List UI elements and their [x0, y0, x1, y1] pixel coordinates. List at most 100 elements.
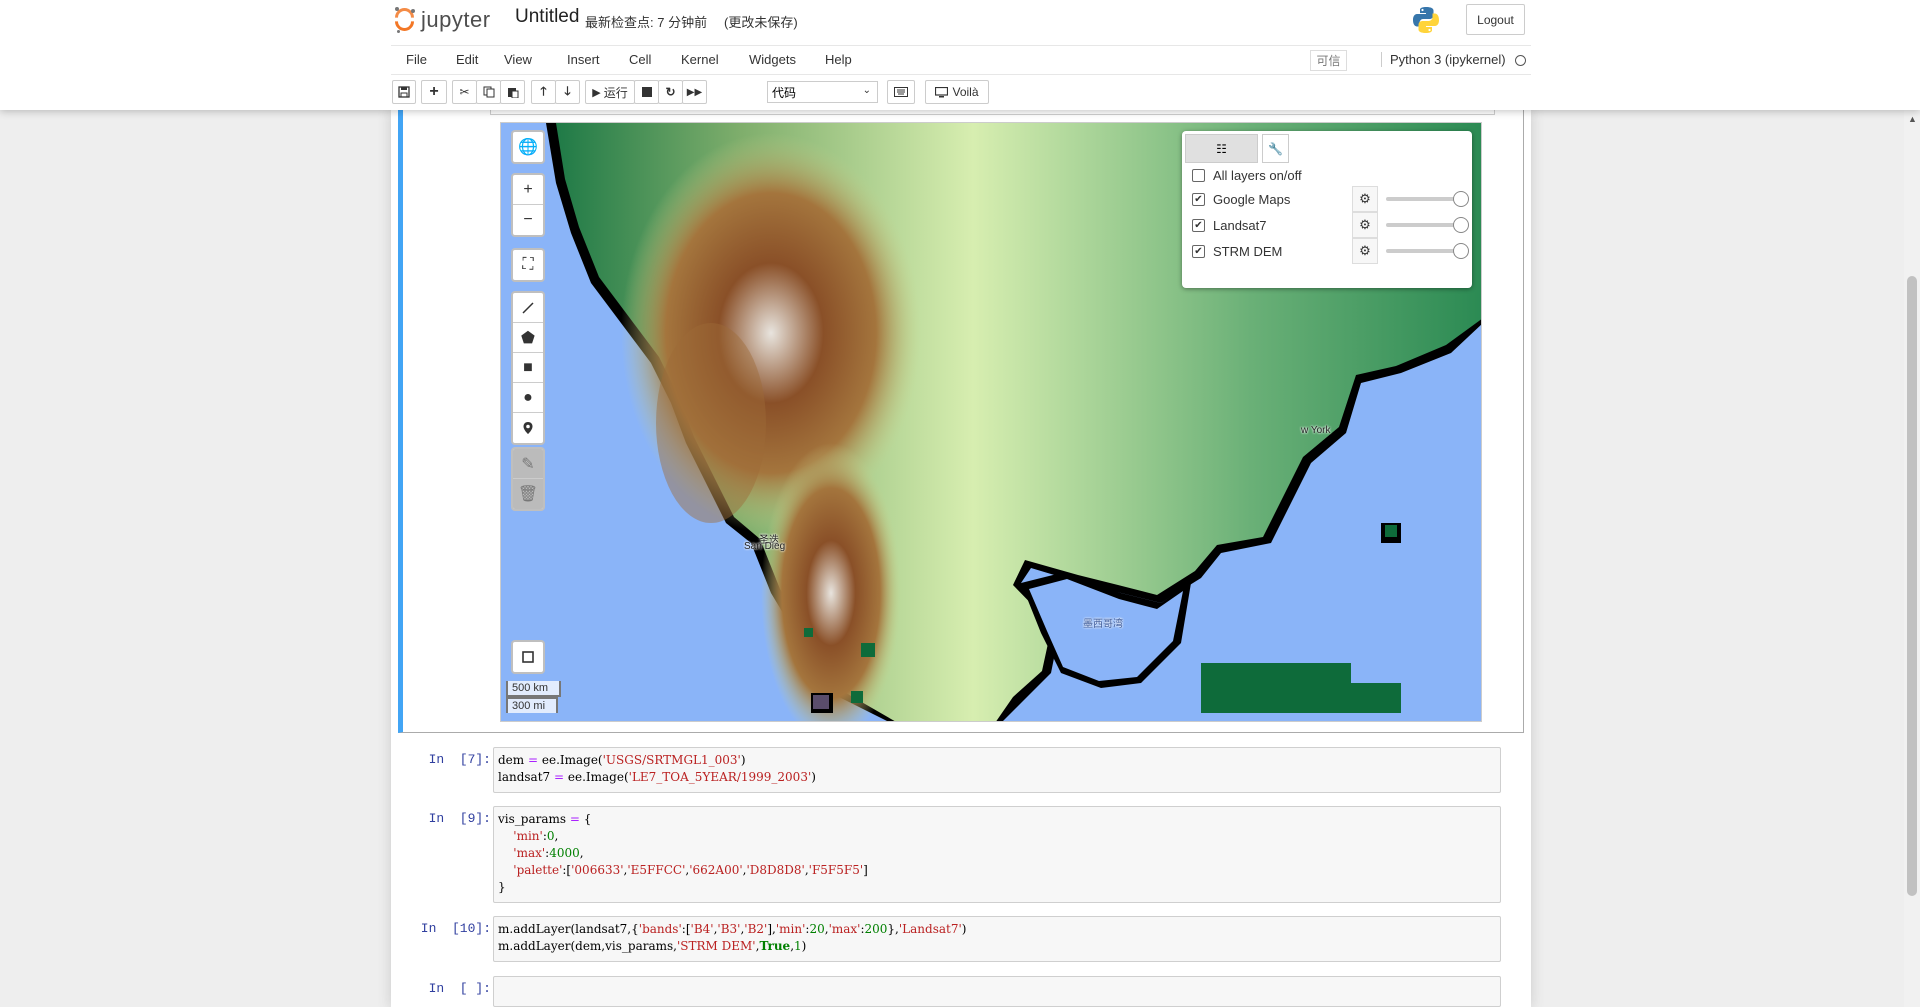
- header-top-bar: jupyter Untitled 最新检查点: 7 分钟前 (更改未保存) Lo…: [391, 0, 1531, 44]
- code-line: 'min':0,: [513, 829, 559, 843]
- layers-tab[interactable]: ☷: [1185, 134, 1258, 163]
- basemap-control[interactable]: 🌐: [511, 130, 545, 164]
- jupyter-logo[interactable]: jupyter: [391, 4, 491, 35]
- layer-opacity-slider[interactable]: [1386, 191, 1469, 207]
- code-editor-empty[interactable]: [493, 976, 1501, 1007]
- copy-button[interactable]: [476, 80, 501, 104]
- all-layers-checkbox[interactable]: [1192, 169, 1205, 182]
- command-palette-button[interactable]: [887, 80, 915, 104]
- menu-cell[interactable]: Cell: [629, 52, 651, 67]
- code-editor[interactable]: dem = ee.Image('USGS/SRTMGL1_003') lands…: [493, 747, 1501, 793]
- draw-polygon-icon[interactable]: ⬟: [513, 323, 543, 353]
- code-editor[interactable]: m.addLayer(landsat7,{'bands':['B4','B3',…: [493, 916, 1501, 962]
- layer-settings-gear-icon[interactable]: ⚙: [1352, 186, 1378, 212]
- arrow-up-icon: 🡑: [540, 83, 547, 98]
- notebook-title[interactable]: Untitled: [515, 6, 579, 28]
- map-label-gulf-of-mexico: 墨西哥湾: [1083, 619, 1123, 630]
- menu-widgets[interactable]: Widgets: [749, 52, 796, 67]
- menu-edit[interactable]: Edit: [456, 52, 478, 67]
- map-label-san-diego: San Dieg: [744, 541, 786, 552]
- fullscreen-control[interactable]: ⛶: [511, 248, 545, 282]
- scale-km: 500 km: [506, 681, 561, 697]
- menu-file[interactable]: File: [406, 52, 427, 67]
- restart-icon: ↻: [665, 85, 676, 99]
- layer-checkbox[interactable]: ✔: [1192, 219, 1205, 232]
- code-line: vis_params = {: [498, 812, 592, 826]
- layer-opacity-slider[interactable]: [1386, 243, 1469, 259]
- layer-settings-gear-icon[interactable]: ⚙: [1352, 212, 1378, 238]
- jupyter-logo-text: jupyter: [421, 7, 491, 32]
- cut-button[interactable]: ✂: [452, 80, 477, 104]
- layer-settings-gear-icon[interactable]: ⚙: [1352, 238, 1378, 264]
- all-layers-toggle[interactable]: All layers on/off: [1192, 168, 1302, 183]
- kernel-name[interactable]: Python 3 (ipykernel): [1381, 52, 1506, 67]
- crop-icon[interactable]: [513, 642, 543, 672]
- paste-button[interactable]: [500, 80, 525, 104]
- scroll-up-arrow-icon[interactable]: ▲: [1908, 114, 1917, 124]
- cell-prompt: In [10]:: [420, 921, 491, 936]
- cell-prompt: In [7]:: [428, 752, 491, 767]
- layer-row-landsat7: ✔ Landsat7: [1192, 218, 1267, 233]
- delete-layers-icon[interactable]: 🗑: [513, 479, 543, 509]
- map-label-new-york: w York: [1301, 425, 1331, 436]
- slider-handle[interactable]: [1453, 191, 1469, 207]
- jupyter-logo-icon: [391, 4, 418, 35]
- menu-view[interactable]: View: [504, 52, 532, 67]
- move-up-button[interactable]: 🡑: [531, 80, 556, 104]
- draw-rectangle-icon[interactable]: ■: [513, 353, 543, 383]
- scale-mi: 300 mi: [506, 697, 558, 713]
- arrow-down-icon: 🡓: [564, 83, 571, 98]
- plus-icon: +: [429, 83, 439, 100]
- layer-name: Landsat7: [1213, 218, 1267, 233]
- autosave-status: (更改未保存): [724, 15, 798, 30]
- slider-handle[interactable]: [1453, 243, 1469, 259]
- map-widget[interactable]: w York 圣迭 San Dieg 墨西哥湾 🌐 + − ⛶ ⬟ ■ ● ✎ …: [500, 122, 1482, 722]
- page-scrollbar[interactable]: ▲: [1904, 110, 1920, 1007]
- cell-prompt: In [ ]:: [428, 981, 491, 996]
- run-button[interactable]: ▶ 运行: [585, 80, 635, 104]
- layer-name: Google Maps: [1213, 192, 1291, 207]
- keyboard-icon: [894, 87, 908, 97]
- restart-button[interactable]: ↻: [658, 80, 683, 104]
- zoom-control: + −: [511, 173, 545, 237]
- edit-toolbar: ✎ 🗑: [511, 447, 545, 511]
- code-editor[interactable]: vis_params = { 'min':0, 'max':4000, 'pal…: [493, 806, 1501, 903]
- menu-bar: File Edit View Insert Cell Kernel Widget…: [391, 45, 1531, 75]
- zoom-in-button[interactable]: +: [513, 175, 543, 205]
- notebook-toolbar: + ✂ 🡑 🡓 ▶ 运行 ↻ ▶▶ 代码 ⌄ Voilà: [391, 80, 1531, 106]
- trusted-indicator[interactable]: 可信: [1310, 50, 1347, 71]
- menu-insert[interactable]: Insert: [567, 52, 600, 67]
- layer-opacity-slider[interactable]: [1386, 217, 1469, 233]
- restart-run-all-button[interactable]: ▶▶: [682, 80, 707, 104]
- screenshot-control[interactable]: [511, 640, 545, 674]
- code-line: m.addLayer(landsat7,{'bands':['B4','B3',…: [498, 922, 967, 936]
- save-button[interactable]: [392, 80, 416, 104]
- globe-icon[interactable]: 🌐: [513, 132, 543, 162]
- code-line: }: [498, 880, 506, 894]
- slider-handle[interactable]: [1453, 217, 1469, 233]
- menu-kernel[interactable]: Kernel: [681, 52, 719, 67]
- interrupt-button[interactable]: [634, 80, 659, 104]
- move-down-button[interactable]: 🡓: [555, 80, 580, 104]
- code-line: landsat7 = ee.Image('LE7_TOA_5YEAR/1999_…: [498, 770, 816, 784]
- cell-type-select[interactable]: 代码 ⌄: [767, 81, 878, 103]
- logout-button[interactable]: Logout: [1466, 4, 1525, 35]
- draw-polyline-icon[interactable]: [513, 293, 543, 323]
- stop-icon: [641, 87, 652, 97]
- cell-type-value: 代码: [772, 85, 797, 100]
- draw-circle-icon[interactable]: ●: [513, 383, 543, 413]
- voila-button[interactable]: Voilà: [925, 80, 989, 104]
- scrollbar-thumb[interactable]: [1907, 276, 1917, 896]
- save-icon: [398, 86, 410, 98]
- zoom-out-button[interactable]: −: [513, 205, 543, 235]
- tools-tab[interactable]: 🔧: [1262, 134, 1289, 163]
- fullscreen-icon[interactable]: ⛶: [513, 250, 543, 280]
- edit-layers-icon[interactable]: ✎: [513, 449, 543, 479]
- chevron-down-icon: ⌄: [862, 85, 871, 96]
- layer-checkbox[interactable]: ✔: [1192, 245, 1205, 258]
- draw-marker-icon[interactable]: [513, 413, 543, 443]
- all-layers-label: All layers on/off: [1213, 168, 1302, 183]
- menu-help[interactable]: Help: [825, 52, 852, 67]
- insert-cell-button[interactable]: +: [421, 80, 447, 104]
- layer-checkbox[interactable]: ✔: [1192, 193, 1205, 206]
